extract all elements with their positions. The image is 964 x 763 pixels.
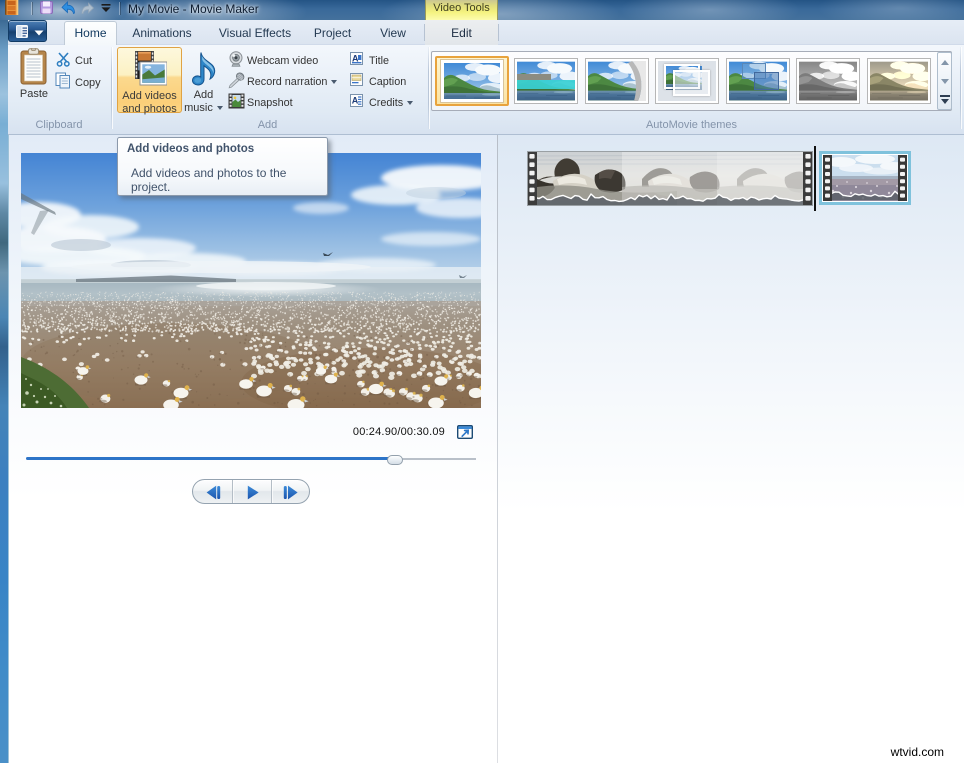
svg-text:A: A: [352, 96, 359, 106]
